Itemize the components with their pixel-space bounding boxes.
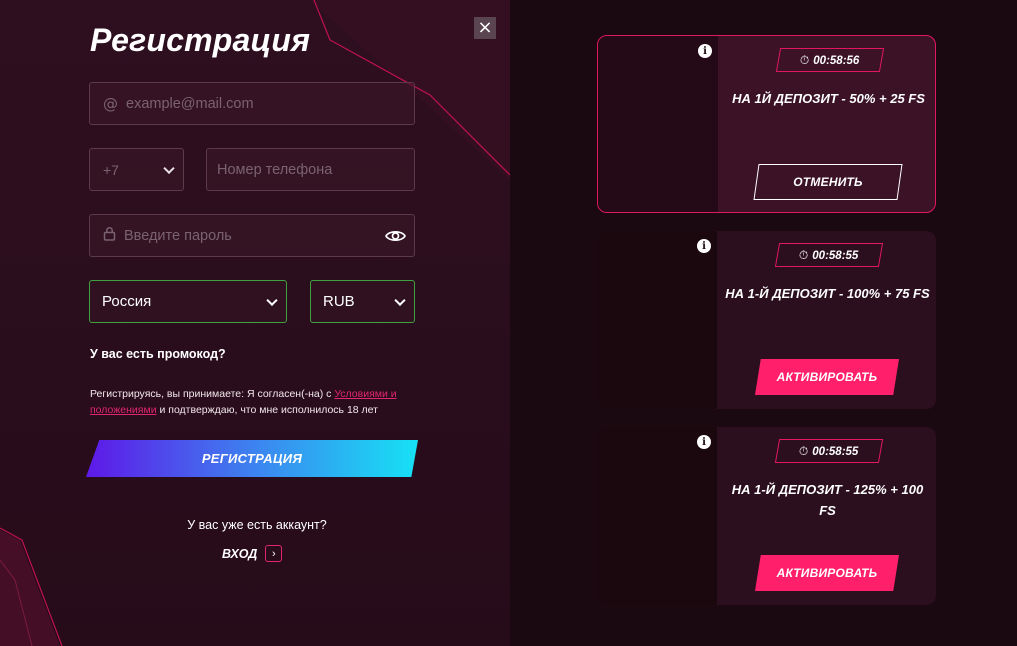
bonus-card: i ⏱ 00:58:55 НА 1-Й ДЕПОЗИТ - 100% + 75 … xyxy=(597,231,936,409)
terms-suffix: и подтверждаю, что мне исполнилось 18 ле… xyxy=(156,404,378,416)
email-field[interactable]: @ xyxy=(89,82,415,125)
bonus-image xyxy=(597,427,717,605)
bonus-title: НА 1-Й ДЕПОЗИТ - 100% + 75 FS xyxy=(725,286,930,301)
have-account-text: У вас уже есть аккаунт? xyxy=(187,518,327,532)
country-select[interactable]: Россия xyxy=(89,280,287,323)
close-button[interactable]: × xyxy=(474,17,496,39)
bonus-title: НА 1-Й ДЕПОЗИТ - 125% + 100 FS xyxy=(731,482,924,518)
terms-text: Регистрируясь, вы принимаете: Я согласен… xyxy=(90,386,420,418)
info-icon[interactable]: i xyxy=(697,435,711,449)
chevron-right-icon: › xyxy=(265,545,283,562)
timer-value: 00:58:55 xyxy=(812,445,859,457)
chevron-down-icon xyxy=(266,294,278,306)
phone-code-value: +7 xyxy=(103,161,119,178)
password-input[interactable] xyxy=(124,227,385,244)
cancel-bonus-button[interactable]: ОТМЕНИТЬ xyxy=(753,164,903,200)
activate-bonus-button[interactable]: АКТИВИРОВАТЬ xyxy=(755,359,899,395)
promo-code-link[interactable]: У вас есть промокод? xyxy=(90,347,226,361)
phone-field[interactable] xyxy=(206,148,415,191)
currency-value: RUB xyxy=(323,293,355,310)
bonus-timer: ⏱ 00:58:55 xyxy=(774,439,884,463)
activate-bonus-button[interactable]: АКТИВИРОВАТЬ xyxy=(755,555,899,591)
register-button[interactable]: РЕГИСТРАЦИЯ xyxy=(86,440,418,477)
phone-input[interactable] xyxy=(217,161,414,178)
timer-value: 00:58:56 xyxy=(813,54,860,66)
eye-icon[interactable] xyxy=(385,229,406,243)
at-icon: @ xyxy=(103,94,118,113)
close-icon: × xyxy=(477,17,493,38)
info-icon[interactable]: i xyxy=(697,239,711,253)
login-link[interactable]: ВХОД › xyxy=(222,545,283,562)
phone-code-select[interactable]: +7 xyxy=(89,148,184,191)
chevron-down-icon xyxy=(163,162,175,174)
cancel-bonus-label: ОТМЕНИТЬ xyxy=(793,175,863,189)
bonus-image xyxy=(597,231,717,409)
country-value: Россия xyxy=(102,293,152,310)
info-icon[interactable]: i xyxy=(698,44,712,58)
timer-value: 00:58:55 xyxy=(812,249,859,261)
stopwatch-icon: ⏱ xyxy=(799,443,809,458)
bonus-image xyxy=(598,36,718,212)
bonus-timer: ⏱ 00:58:56 xyxy=(775,48,885,72)
chevron-down-icon xyxy=(394,294,406,306)
page-title: Регистрация xyxy=(90,22,311,58)
stopwatch-icon: ⏱ xyxy=(799,247,809,262)
lock-icon xyxy=(103,226,116,245)
terms-prefix: Регистрируясь, вы принимаете: Я согласен… xyxy=(90,388,335,400)
password-field[interactable] xyxy=(89,214,415,257)
registration-panel: Регистрация @ +7 Россия RUB У вас есть п… xyxy=(0,0,510,646)
login-label: ВХОД xyxy=(222,546,258,561)
currency-select[interactable]: RUB xyxy=(310,280,415,323)
email-input[interactable] xyxy=(126,95,414,112)
bonus-timer: ⏱ 00:58:55 xyxy=(774,243,884,267)
stopwatch-icon: ⏱ xyxy=(800,52,810,67)
bonus-card: i ⏱ 00:58:55 НА 1-Й ДЕПОЗИТ - 125% + 100… xyxy=(597,427,936,605)
bonus-title: НА 1Й ДЕПОЗИТ - 50% + 25 FS xyxy=(732,91,925,106)
bonus-card: i ⏱ 00:58:56 НА 1Й ДЕПОЗИТ - 50% + 25 FS… xyxy=(597,35,936,213)
